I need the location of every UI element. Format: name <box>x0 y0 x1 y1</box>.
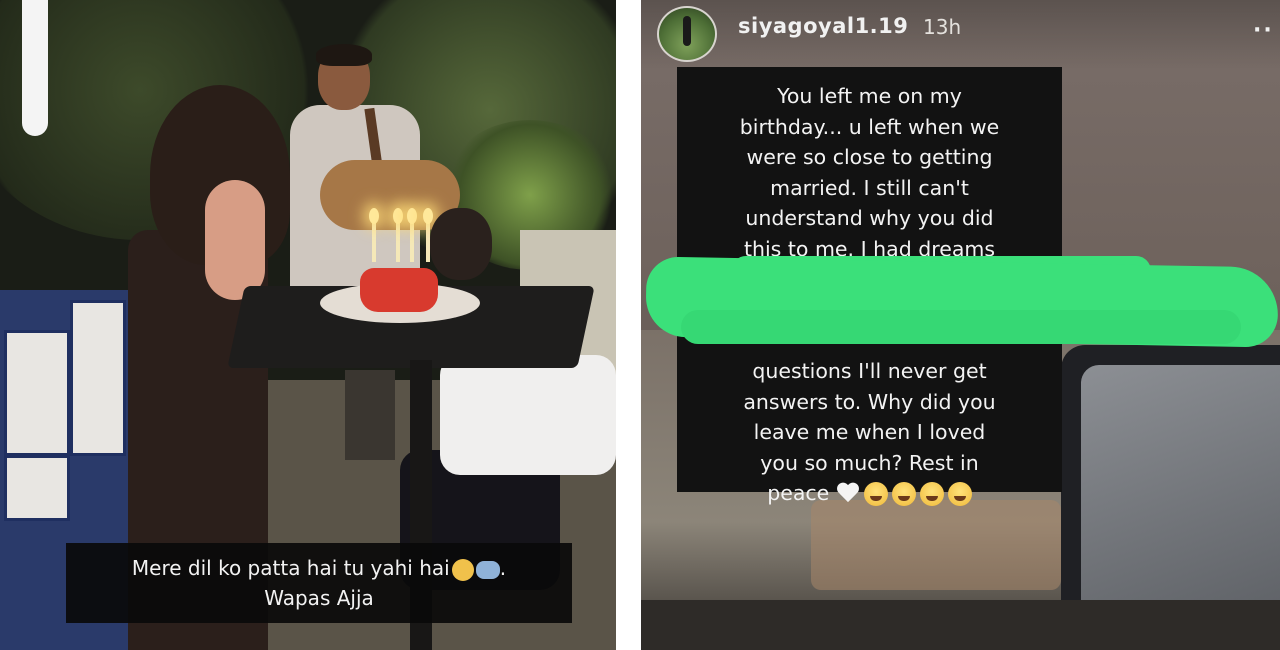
story-line: were so close to getting <box>746 145 993 169</box>
chair-back <box>70 300 126 456</box>
crying-face-icon <box>863 482 888 506</box>
left-story-panel: Mere dil ko patta hai tu yahi hai. Wapas… <box>0 0 616 650</box>
story-line: answers to. Why did you <box>743 389 996 414</box>
right-story-panel: siyagoyal1.19 13h ·· You left me on my b… <box>641 0 1280 650</box>
green-redaction-scribble <box>681 310 1241 344</box>
avatar-figure <box>683 16 691 46</box>
caption-line-2: Wapas Ajja <box>264 586 374 610</box>
candle-flame <box>407 208 417 224</box>
story-line-peace: peace <box>767 481 830 505</box>
chair-back <box>4 455 70 521</box>
blurred-object <box>811 500 1061 590</box>
crying-face-icon <box>891 482 916 506</box>
candle <box>410 222 414 262</box>
chair-back <box>4 330 70 456</box>
car-dashboard <box>641 600 1280 650</box>
story-line: questions I'll never get <box>752 359 987 383</box>
caption-suffix: . <box>499 556 507 580</box>
kneeling-man-body <box>440 355 616 475</box>
woman-arm <box>205 180 265 300</box>
guitarist-legs <box>345 370 395 460</box>
guitarist-hair <box>316 44 372 66</box>
candle-flame <box>369 208 379 224</box>
story-line-last: peace <box>677 478 1062 509</box>
more-options-icon[interactable]: ·· <box>1253 18 1274 43</box>
sad-face-emoji <box>451 558 474 581</box>
kneeling-man-head <box>430 208 492 280</box>
white-heart-icon <box>836 483 860 505</box>
hugging-people-emoji <box>475 560 500 579</box>
story-caption: Mere dil ko patta hai tu yahi hai. Wapas… <box>66 543 572 623</box>
candle-flame <box>423 208 433 224</box>
story-line: You left me on my <box>777 84 962 108</box>
story-username[interactable]: siyagoyal1.19 <box>738 14 908 38</box>
caption-text-1: Mere dil ko patta hai tu yahi hai <box>131 556 450 580</box>
birthday-cake <box>360 268 438 312</box>
story-line: you so much? Rest in <box>760 450 979 475</box>
caption-line-1: Mere dil ko patta hai tu yahi hai. <box>66 553 572 583</box>
story-progress-bar <box>22 0 48 136</box>
candle-flame <box>393 208 403 224</box>
crying-face-icon <box>919 482 944 506</box>
end-emojis <box>836 482 972 506</box>
crying-face-icon <box>947 482 972 506</box>
profile-avatar[interactable] <box>657 6 717 62</box>
story-line: married. I still can't <box>770 175 969 200</box>
story-line: understand why you did <box>745 206 994 230</box>
story-timestamp: 13h <box>923 15 962 39</box>
candle <box>372 222 376 262</box>
story-line: birthday... u left when we <box>739 114 1000 139</box>
candle <box>396 222 400 262</box>
story-line: leave me when I loved <box>753 420 986 444</box>
